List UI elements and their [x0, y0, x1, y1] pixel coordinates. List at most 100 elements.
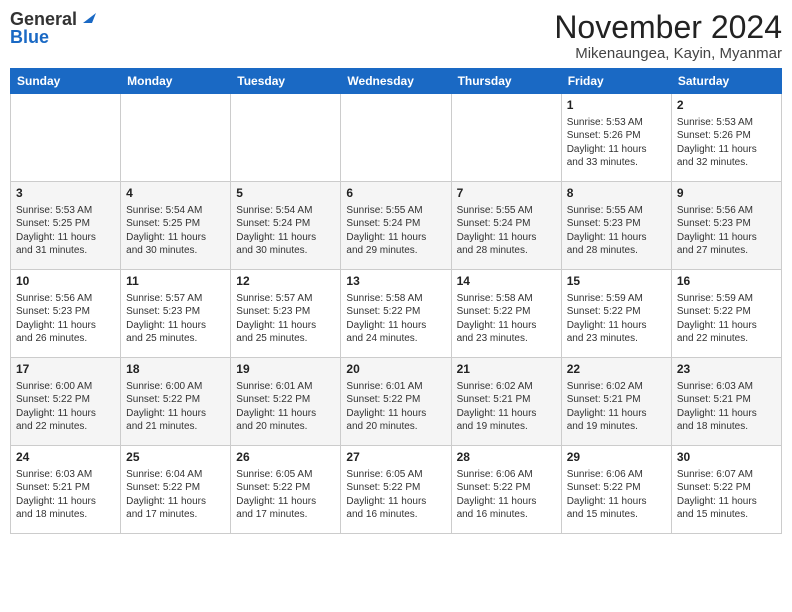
calendar-day-cell: 21 Sunrise: 6:02 AMSunset: 5:21 PMDayligh…: [451, 358, 561, 446]
day-of-week-header: Tuesday: [231, 69, 341, 94]
day-info: Sunrise: 6:04 AMSunset: 5:22 PMDaylight:…: [126, 468, 225, 522]
day-number: 15: [567, 274, 666, 290]
day-number: 6: [346, 186, 445, 202]
month-title: November 2024: [554, 10, 782, 45]
calendar-week-row: 10Sunrise: 5:56 AMSunset: 5:23 PMDayligh…: [11, 270, 782, 358]
day-number: 16: [677, 274, 776, 290]
title-area: November 2024 Mikenaungea, Kayin, Myanma…: [554, 10, 782, 62]
logo-general-text: General: [10, 10, 77, 28]
day-info: Sunrise: 5:59 AMSunset: 5:22 PMDaylight:…: [567, 292, 666, 346]
day-info: Sunrise: 6:03 AMSunset: 5:21 PMDaylight:…: [16, 468, 115, 522]
day-info: Sunrise: 6:01 AMSunset: 5:22 PMDaylight:…: [346, 380, 445, 434]
logo-blue-text: Blue: [10, 28, 49, 46]
day-info: Sunrise: 6:03 AMSunset: 5:21 PMDaylight:…: [677, 380, 776, 434]
day-info: Sunrise: 6:01 AMSunset: 5:22 PMDaylight:…: [236, 380, 335, 434]
calendar-day-cell: 6 Sunrise: 5:55 AMSunset: 5:24 PMDaylight…: [341, 182, 451, 270]
day-number: 10: [16, 274, 115, 290]
day-number: 19: [236, 362, 335, 378]
day-info: Sunrise: 6:00 AMSunset: 5:22 PMDaylight:…: [126, 380, 225, 434]
day-number: 30: [677, 450, 776, 466]
calendar-day-cell: 26 Sunrise: 6:05 AMSunset: 5:22 PMDayligh…: [231, 446, 341, 534]
day-of-week-header: Saturday: [671, 69, 781, 94]
calendar-day-cell: 9 Sunrise: 5:56 AMSunset: 5:23 PMDaylight…: [671, 182, 781, 270]
day-of-week-header: Wednesday: [341, 69, 451, 94]
day-number: 18: [126, 362, 225, 378]
day-number: 26: [236, 450, 335, 466]
day-number: 17: [16, 362, 115, 378]
day-info: Sunrise: 5:53 AMSunset: 5:26 PMDaylight:…: [677, 116, 776, 170]
day-number: 1: [567, 98, 666, 114]
day-number: 3: [16, 186, 115, 202]
calendar-day-cell: 17 Sunrise: 6:00 AMSunset: 5:22 PMDayligh…: [11, 358, 121, 446]
calendar-day-cell: 18 Sunrise: 6:00 AMSunset: 5:22 PMDayligh…: [121, 358, 231, 446]
day-info: Sunrise: 5:58 AMSunset: 5:22 PMDaylight:…: [346, 292, 445, 346]
calendar-day-cell: [341, 94, 451, 182]
calendar-day-cell: 30 Sunrise: 6:07 AMSunset: 5:22 PMDayligh…: [671, 446, 781, 534]
day-info: Sunrise: 6:02 AMSunset: 5:21 PMDaylight:…: [567, 380, 666, 434]
calendar-day-cell: 29Sunrise: 6:06 AMSunset: 5:22 PMDayligh…: [561, 446, 671, 534]
logo-bird-icon: [78, 9, 96, 27]
calendar-day-cell: 23Sunrise: 6:03 AMSunset: 5:21 PMDayligh…: [671, 358, 781, 446]
calendar-day-cell: 3 Sunrise: 5:53 AMSunset: 5:25 PMDaylight…: [11, 182, 121, 270]
day-info: Sunrise: 6:02 AMSunset: 5:21 PMDaylight:…: [457, 380, 556, 434]
calendar-day-cell: 27Sunrise: 6:05 AMSunset: 5:22 PMDayligh…: [341, 446, 451, 534]
calendar-day-cell: [121, 94, 231, 182]
calendar-table: SundayMondayTuesdayWednesdayThursdayFrid…: [10, 68, 782, 534]
day-info: Sunrise: 5:56 AMSunset: 5:23 PMDaylight:…: [677, 204, 776, 258]
calendar-day-cell: 14Sunrise: 5:58 AMSunset: 5:22 PMDayligh…: [451, 270, 561, 358]
day-number: 2: [677, 98, 776, 114]
day-number: 9: [677, 186, 776, 202]
day-number: 8: [567, 186, 666, 202]
calendar-week-row: 17 Sunrise: 6:00 AMSunset: 5:22 PMDayligh…: [11, 358, 782, 446]
calendar-day-cell: [11, 94, 121, 182]
day-number: 12: [236, 274, 335, 290]
calendar-day-cell: 24 Sunrise: 6:03 AMSunset: 5:21 PMDayligh…: [11, 446, 121, 534]
day-info: Sunrise: 5:53 AMSunset: 5:26 PMDaylight:…: [567, 116, 666, 170]
calendar-day-cell: 28 Sunrise: 6:06 AMSunset: 5:22 PMDayligh…: [451, 446, 561, 534]
location-subtitle: Mikenaungea, Kayin, Myanmar: [554, 45, 782, 62]
day-number: 25: [126, 450, 225, 466]
day-number: 27: [346, 450, 445, 466]
day-of-week-header: Friday: [561, 69, 671, 94]
calendar-day-cell: [231, 94, 341, 182]
calendar-day-cell: 11Sunrise: 5:57 AMSunset: 5:23 PMDayligh…: [121, 270, 231, 358]
day-number: 24: [16, 450, 115, 466]
day-info: Sunrise: 5:54 AMSunset: 5:24 PMDaylight:…: [236, 204, 335, 258]
calendar-day-cell: 1 Sunrise: 5:53 AMSunset: 5:26 PMDaylight…: [561, 94, 671, 182]
calendar-day-cell: 13 Sunrise: 5:58 AMSunset: 5:22 PMDayligh…: [341, 270, 451, 358]
day-info: Sunrise: 6:05 AMSunset: 5:22 PMDaylight:…: [236, 468, 335, 522]
day-number: 14: [457, 274, 556, 290]
day-of-week-header: Monday: [121, 69, 231, 94]
calendar-day-cell: 12 Sunrise: 5:57 AMSunset: 5:23 PMDayligh…: [231, 270, 341, 358]
day-info: Sunrise: 6:07 AMSunset: 5:22 PMDaylight:…: [677, 468, 776, 522]
day-info: Sunrise: 6:06 AMSunset: 5:22 PMDaylight:…: [457, 468, 556, 522]
day-info: Sunrise: 5:54 AMSunset: 5:25 PMDaylight:…: [126, 204, 225, 258]
day-number: 4: [126, 186, 225, 202]
calendar-week-row: 1 Sunrise: 5:53 AMSunset: 5:26 PMDaylight…: [11, 94, 782, 182]
calendar-day-cell: 10Sunrise: 5:56 AMSunset: 5:23 PMDayligh…: [11, 270, 121, 358]
day-info: Sunrise: 5:53 AMSunset: 5:25 PMDaylight:…: [16, 204, 115, 258]
day-number: 21: [457, 362, 556, 378]
calendar-day-cell: 7 Sunrise: 5:55 AMSunset: 5:24 PMDaylight…: [451, 182, 561, 270]
calendar-week-row: 3 Sunrise: 5:53 AMSunset: 5:25 PMDaylight…: [11, 182, 782, 270]
calendar-day-cell: [451, 94, 561, 182]
day-number: 28: [457, 450, 556, 466]
day-number: 20: [346, 362, 445, 378]
calendar-day-cell: 16Sunrise: 5:59 AMSunset: 5:22 PMDayligh…: [671, 270, 781, 358]
page-header: General Blue November 2024 Mikenaungea, …: [10, 10, 782, 62]
calendar-week-row: 24 Sunrise: 6:03 AMSunset: 5:21 PMDayligh…: [11, 446, 782, 534]
day-number: 13: [346, 274, 445, 290]
day-number: 29: [567, 450, 666, 466]
calendar-day-cell: 5Sunrise: 5:54 AMSunset: 5:24 PMDaylight…: [231, 182, 341, 270]
day-info: Sunrise: 5:55 AMSunset: 5:23 PMDaylight:…: [567, 204, 666, 258]
day-number: 7: [457, 186, 556, 202]
calendar-day-cell: 2 Sunrise: 5:53 AMSunset: 5:26 PMDaylight…: [671, 94, 781, 182]
day-number: 22: [567, 362, 666, 378]
logo: General Blue: [10, 10, 96, 46]
day-info: Sunrise: 5:57 AMSunset: 5:23 PMDaylight:…: [236, 292, 335, 346]
day-info: Sunrise: 6:00 AMSunset: 5:22 PMDaylight:…: [16, 380, 115, 434]
calendar-day-cell: 22 Sunrise: 6:02 AMSunset: 5:21 PMDayligh…: [561, 358, 671, 446]
day-info: Sunrise: 5:55 AMSunset: 5:24 PMDaylight:…: [457, 204, 556, 258]
day-info: Sunrise: 5:55 AMSunset: 5:24 PMDaylight:…: [346, 204, 445, 258]
calendar-day-cell: 19 Sunrise: 6:01 AMSunset: 5:22 PMDayligh…: [231, 358, 341, 446]
